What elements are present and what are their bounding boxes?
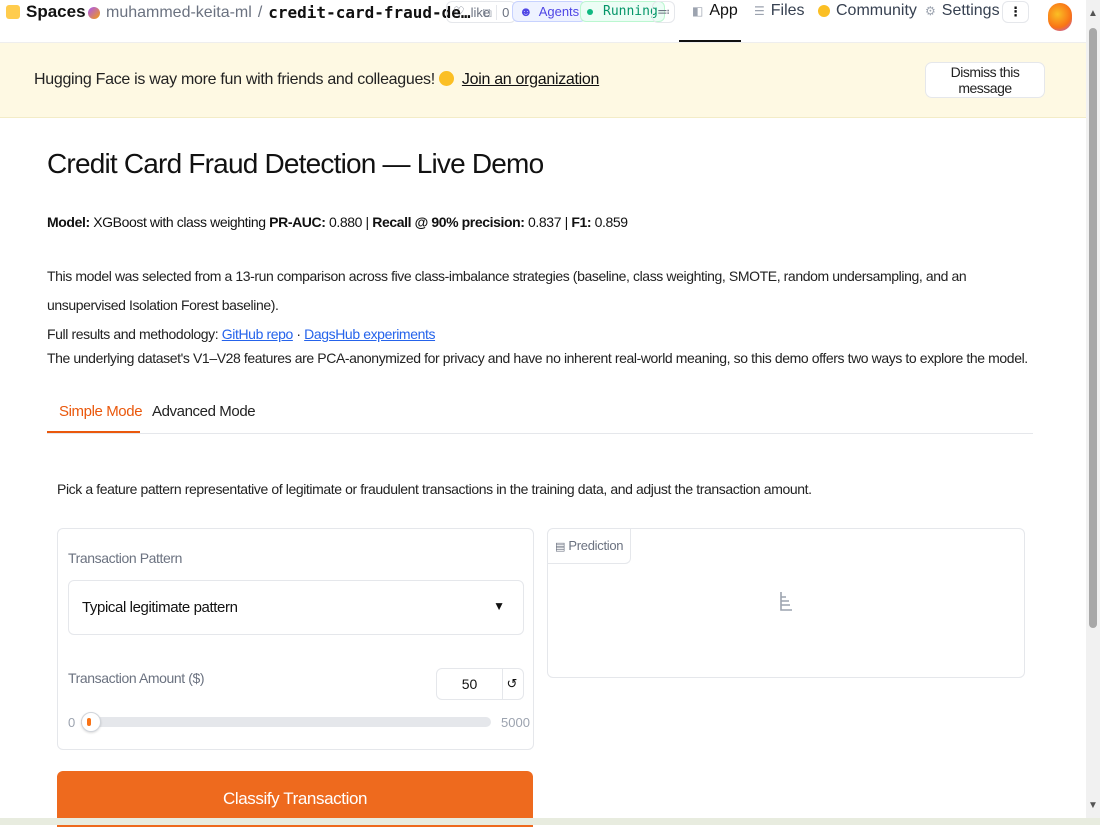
tab-files[interactable]: ☰ Files [754,2,805,20]
org-banner: Hugging Face is way more fun with friend… [0,43,1086,118]
join-organization-link[interactable]: Join an organization [462,71,600,88]
recall-label: Recall @ 90% precision: [372,214,525,230]
hugging-face-emoji-icon [438,71,454,86]
like-count: 0 [496,4,509,20]
model-label: Model: [47,214,90,230]
prauc-label: PR-AUC: [269,214,326,230]
files-icon: ☰ [754,4,765,18]
logs-icon: ≕ [657,4,670,19]
mode-tabs: Simple Mode Advanced Mode [47,391,1033,434]
input-panel: Transaction Pattern Typical legitimate p… [57,528,534,750]
page-scrollbar[interactable]: ▲ ▼ [1086,0,1100,825]
chevron-down-icon: ▼ [493,599,505,613]
huggingface-logo-icon [6,5,20,19]
prediction-panel: ▤ Prediction [547,528,1025,678]
transaction-pattern-dropdown[interactable]: Typical legitimate pattern ▼ [68,580,524,635]
community-icon [818,5,830,17]
logs-button[interactable]: ≕ [652,1,675,23]
like-button[interactable]: ♡ like 0 [446,1,517,23]
github-repo-link[interactable]: GitHub repo [222,326,293,342]
link-separator: · [296,326,301,342]
dismiss-button[interactable]: Dismiss this message [925,62,1045,98]
amount-slider[interactable] [81,712,491,732]
dagshub-experiments-link[interactable]: DagsHub experiments [304,326,435,342]
instructions-text: Pick a feature pattern representative of… [57,481,812,497]
more-menu-button[interactable]: ⋮ [1002,1,1029,23]
robot-icon: ☻ [519,4,533,19]
scrollbar-thumb[interactable] [1089,28,1097,628]
status-dot-icon [587,8,593,15]
user-avatar[interactable] [1048,3,1072,31]
like-label: like [470,4,491,20]
tab-simple-mode[interactable]: Simple Mode [59,403,143,420]
tab-advanced-mode[interactable]: Advanced Mode [152,403,256,420]
range-max-label: 5000 [501,715,530,730]
empty-prediction-icon [780,592,792,611]
heart-icon: ♡ [453,4,465,19]
recall-value: 0.837 | [528,214,568,230]
repo-path: muhammed-keita-ml / credit-card-fraud-de… [88,3,492,22]
f1-label: F1: [571,214,592,230]
slider-thumb[interactable] [81,712,101,732]
active-mode-underline [47,431,140,433]
active-tab-underline [679,40,741,42]
owner-link[interactable]: muhammed-keita-ml [106,4,252,22]
bottom-edge-strip [0,818,1100,825]
results-text: Full results and methodology: [47,326,219,342]
gear-icon: ⚙ [925,4,936,18]
dataset-paragraph: The underlying dataset's V1–V28 features… [47,350,1028,366]
scroll-down-icon[interactable]: ▼ [1088,800,1098,811]
prediction-label: Prediction [568,538,624,553]
selection-text: This model was selected from a 13-run co… [47,268,967,313]
transaction-pattern-value: Typical legitimate pattern [82,599,238,616]
spaces-label: Spaces [26,2,86,21]
amount-number-input[interactable]: 50 [436,668,503,700]
range-min-label: 0 [68,715,76,730]
agents-label: Agents [538,4,580,19]
tab-files-label: Files [770,2,805,19]
transaction-amount-label: Transaction Amount ($) [68,670,205,686]
tab-settings-label: Settings [941,2,1000,19]
scroll-up-icon[interactable]: ▲ [1088,8,1098,19]
app-icon: ◧ [692,4,704,18]
f1-value: 0.859 [594,214,628,230]
tab-settings[interactable]: ⚙ Settings [925,2,1000,20]
prediction-label-tag: ▤ Prediction [548,529,632,564]
banner-message-row: Hugging Face is way more fun with friend… [34,71,599,89]
page-title: Credit Card Fraud Detection — Live Demo [47,148,544,179]
tab-app-label: App [709,2,738,19]
agents-button[interactable]: ☻ Agents [512,1,587,22]
repo-link[interactable]: credit-card-fraud-de… [268,3,470,22]
bar-chart-icon: ▤ [555,541,566,553]
transaction-pattern-label: Transaction Pattern [68,550,183,566]
top-nav: Spaces muhammed-keita-ml / credit-card-f… [0,0,1086,43]
tab-community-label: Community [836,2,917,19]
owner-avatar-icon [88,6,100,19]
status-label: Running [603,4,658,19]
prauc-value: 0.880 | [328,214,369,230]
model-metrics: Model: XGBoost with class weighting PR-A… [47,214,628,230]
tab-app[interactable]: ◧ App [692,2,738,20]
model-value: XGBoost with class weighting [93,214,266,230]
model-selection-paragraph: This model was selected from a 13-run co… [47,262,1037,349]
path-separator: / [257,3,263,21]
tab-community[interactable]: Community [818,2,917,20]
spaces-link[interactable]: Spaces [6,2,86,22]
banner-message: Hugging Face is way more fun with friend… [34,71,435,88]
reset-icon[interactable]: ↺ [501,668,524,700]
